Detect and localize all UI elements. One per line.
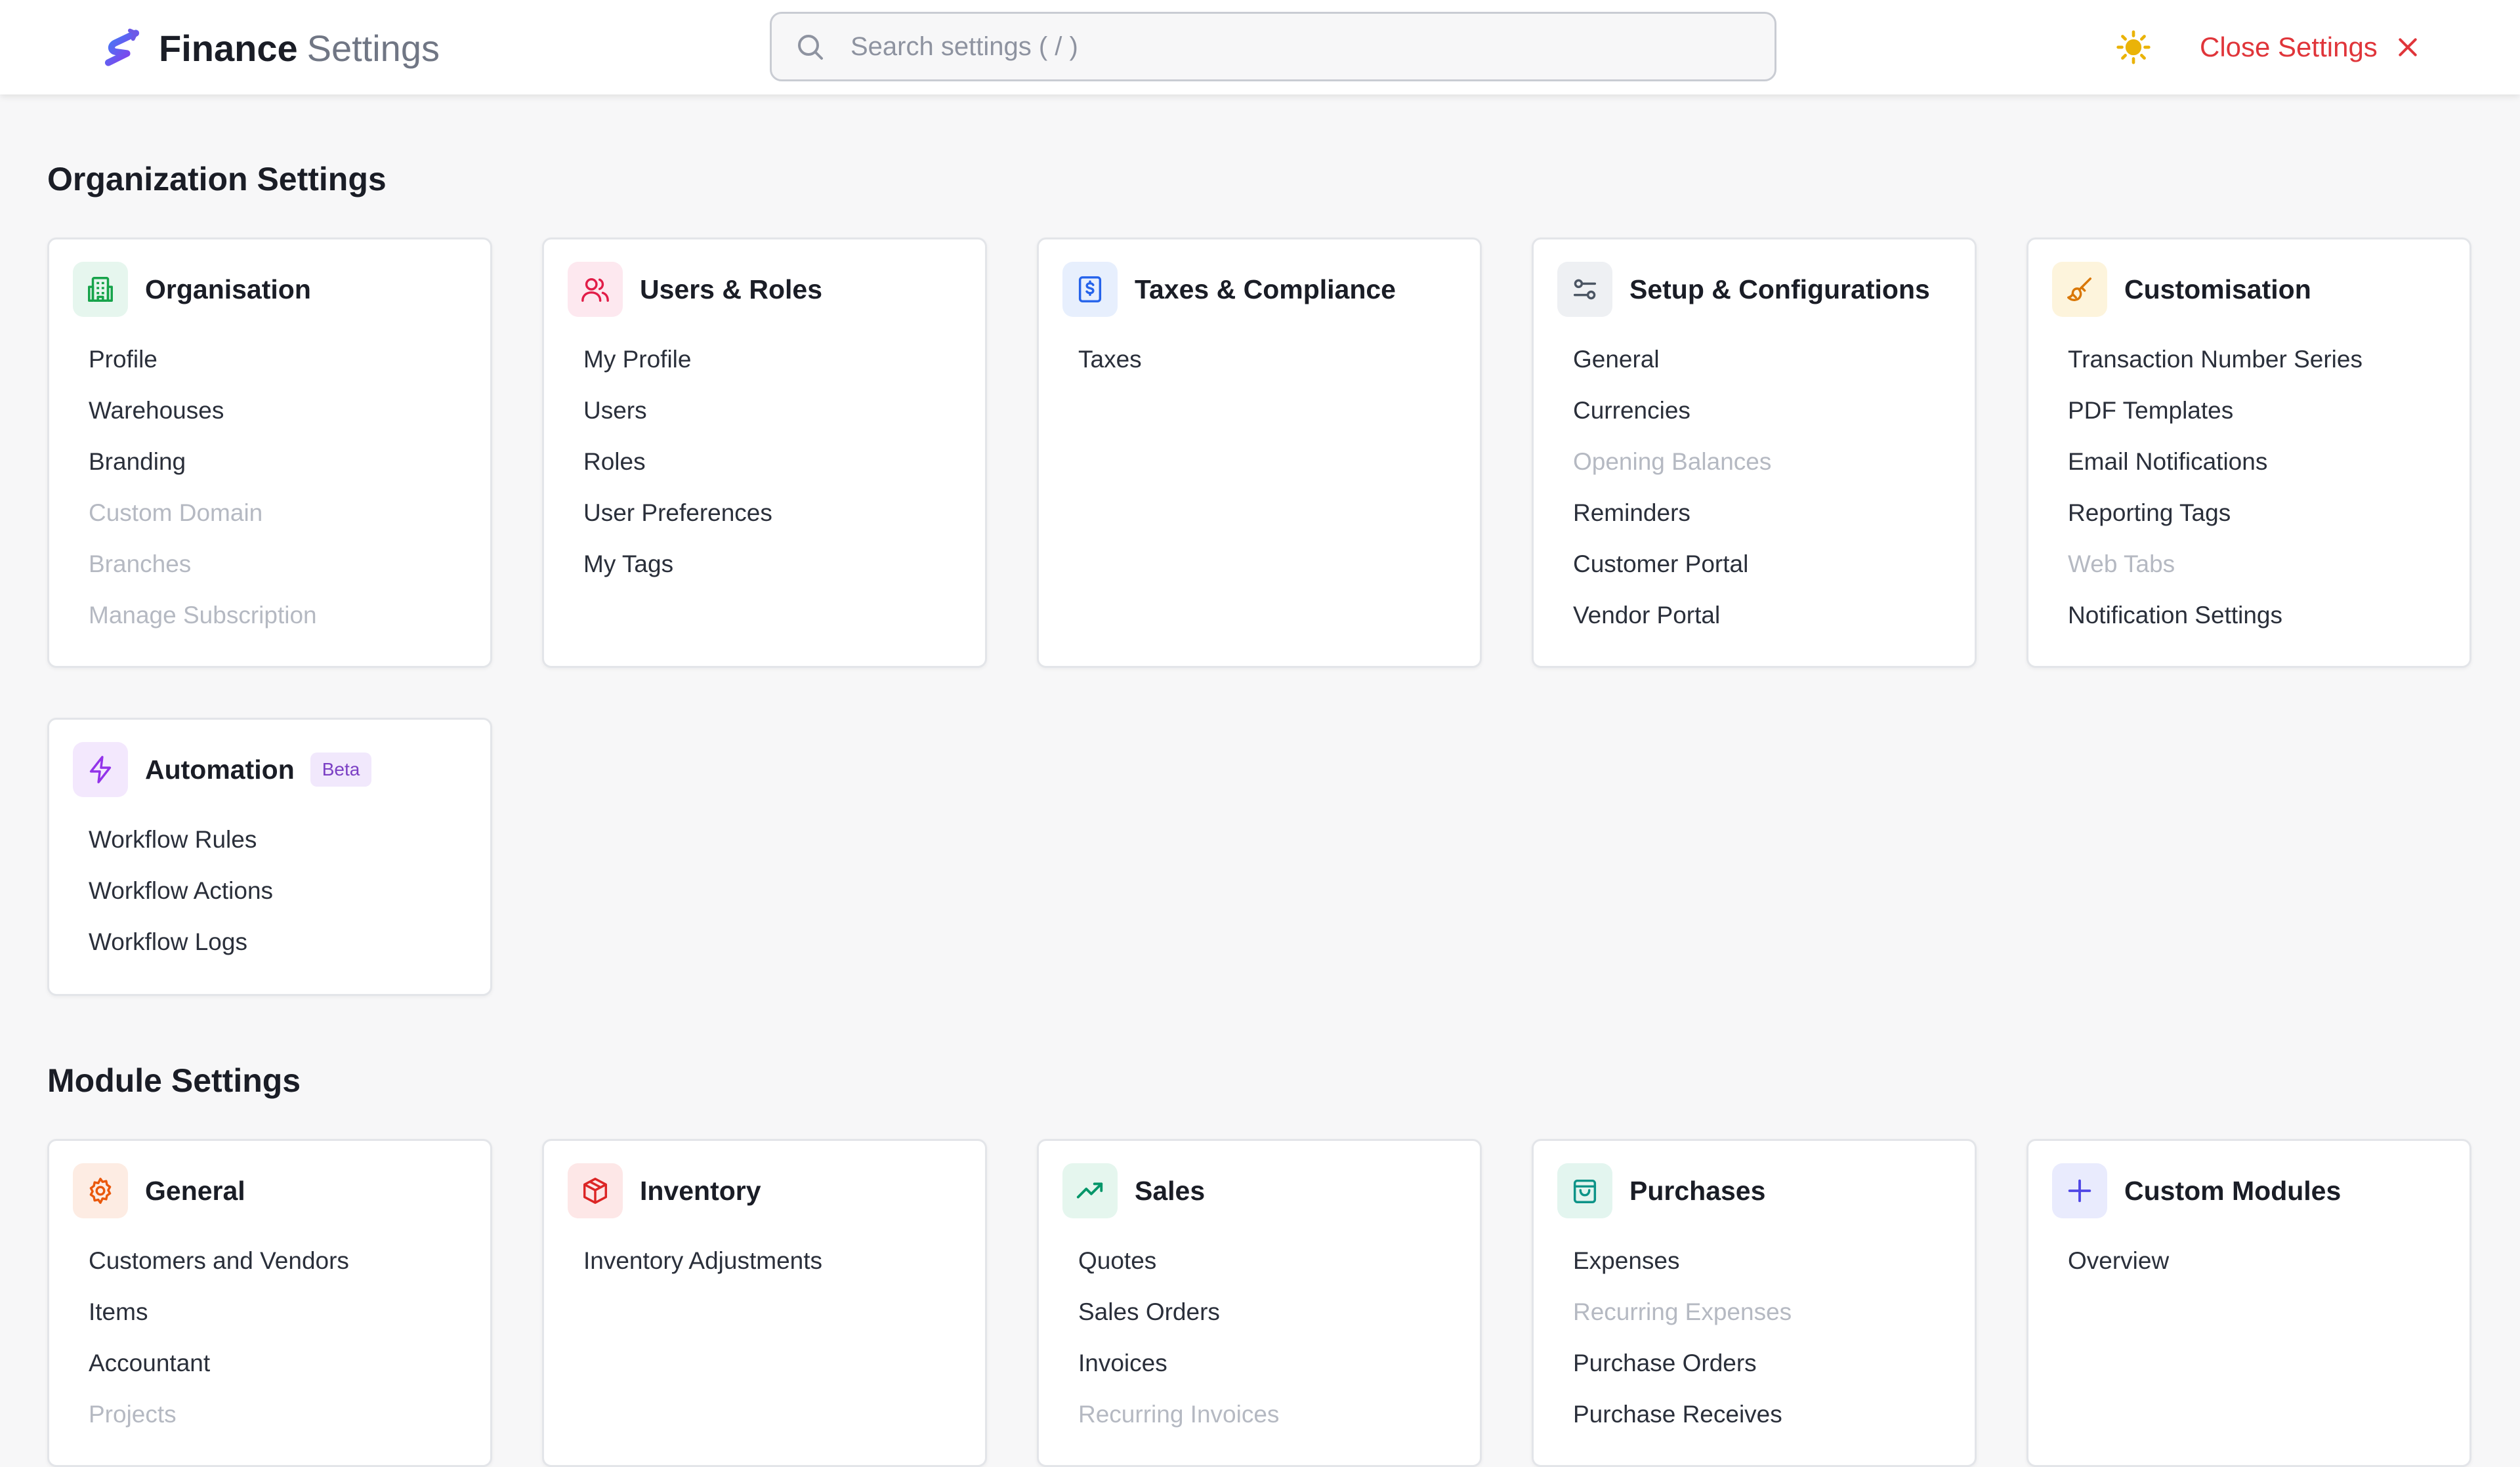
- settings-link-recurring-expenses: Recurring Expenses: [1573, 1298, 1792, 1325]
- settings-link-workflow-actions[interactable]: Workflow Actions: [49, 865, 490, 917]
- settings-link-transaction-number-series[interactable]: Transaction Number Series: [2028, 334, 2469, 385]
- settings-link-profile[interactable]: Profile: [49, 334, 490, 385]
- section-title-organization: Organization Settings: [47, 161, 387, 197]
- settings-link-my-tags[interactable]: My Tags: [544, 539, 985, 590]
- card-title: Inventory: [640, 1175, 761, 1206]
- settings-link-pdf-templates[interactable]: PDF Templates: [2028, 385, 2469, 436]
- settings-link-accountant[interactable]: Accountant: [49, 1338, 490, 1389]
- settings-link-inventory-adjustments[interactable]: Inventory Adjustments: [544, 1235, 985, 1287]
- tax-document-icon: [1062, 262, 1118, 317]
- lightning-icon: [73, 742, 128, 797]
- logo-icon: [104, 28, 140, 66]
- card-sales: Sales Quotes Sales Orders Invoices Recur…: [1037, 1139, 1482, 1467]
- settings-link-recurring-invoices: Recurring Invoices: [1078, 1401, 1280, 1428]
- users-icon: [568, 262, 623, 317]
- settings-link-email-notifications[interactable]: Email Notifications: [2028, 436, 2469, 487]
- settings-link-warehouses[interactable]: Warehouses: [49, 385, 490, 436]
- card-users-roles: Users & Roles My Profile Users Roles Use…: [542, 238, 987, 668]
- settings-link-purchase-receives[interactable]: Purchase Receives: [1534, 1389, 1975, 1440]
- settings-link-manage-subscription: Manage Subscription: [89, 602, 317, 629]
- settings-link-customers-and-vendors[interactable]: Customers and Vendors: [49, 1235, 490, 1287]
- top-bar: Finance Settings Close Settings: [0, 0, 2520, 94]
- card-title: Customisation: [2124, 274, 2311, 304]
- settings-link-invoices[interactable]: Invoices: [1039, 1338, 1480, 1389]
- settings-link-vendor-portal[interactable]: Vendor Portal: [1534, 590, 1975, 641]
- card-general: General Customers and Vendors Items Acco…: [47, 1139, 492, 1467]
- card-title: Setup & Configurations: [1629, 274, 1930, 304]
- settings-link-reminders[interactable]: Reminders: [1534, 487, 1975, 539]
- settings-link-currencies[interactable]: Currencies: [1534, 385, 1975, 436]
- settings-link-users[interactable]: Users: [544, 385, 985, 436]
- settings-link-roles[interactable]: Roles: [544, 436, 985, 487]
- section-title-module: Module Settings: [47, 1062, 301, 1099]
- settings-link-overview[interactable]: Overview: [2028, 1235, 2469, 1287]
- card-purchases: Purchases Expenses Recurring Expenses Pu…: [1532, 1139, 1977, 1467]
- settings-link-general[interactable]: General: [1534, 334, 1975, 385]
- trending-up-icon: [1062, 1163, 1118, 1218]
- search-icon: [798, 35, 823, 60]
- sliders-icon: [1557, 262, 1612, 317]
- card-title: Custom Modules: [2124, 1175, 2342, 1206]
- gear-icon: [73, 1163, 128, 1218]
- close-settings-label: Close Settings: [2200, 31, 2378, 62]
- settings-link-workflow-logs[interactable]: Workflow Logs: [49, 917, 490, 968]
- settings-link-custom-domain: Custom Domain: [89, 499, 263, 526]
- brand[interactable]: Finance Settings: [98, 22, 440, 73]
- plus-icon: [2052, 1163, 2107, 1218]
- settings-link-web-tabs: Web Tabs: [2068, 550, 2175, 577]
- brand-subtitle: Settings: [306, 27, 440, 69]
- close-icon: [2399, 38, 2417, 56]
- card-custom-modules: Custom Modules Overview: [2026, 1139, 2471, 1467]
- card-title: Sales: [1135, 1175, 1206, 1206]
- search-input[interactable]: [849, 31, 1774, 62]
- search-box[interactable]: [770, 12, 1776, 81]
- card-customisation: Customisation Transaction Number Series …: [2026, 238, 2471, 668]
- card-organisation: Organisation Profile Warehouses Branding…: [47, 238, 492, 668]
- settings-link-notification-settings[interactable]: Notification Settings: [2028, 590, 2469, 641]
- theme-toggle-button[interactable]: [2115, 29, 2152, 66]
- settings-link-customer-portal[interactable]: Customer Portal: [1534, 539, 1975, 590]
- card-title: Automation: [145, 754, 295, 785]
- settings-link-quotes[interactable]: Quotes: [1039, 1235, 1480, 1287]
- paintbrush-icon: [2052, 262, 2107, 317]
- settings-link-user-preferences[interactable]: User Preferences: [544, 487, 985, 539]
- close-settings-button[interactable]: Close Settings: [2200, 26, 2421, 68]
- card-automation: Automation Beta Workflow Rules Workflow …: [47, 718, 492, 996]
- card-title: Taxes & Compliance: [1135, 274, 1396, 304]
- card-inventory: Inventory Inventory Adjustments: [542, 1139, 987, 1467]
- beta-badge: Beta: [310, 753, 372, 787]
- settings-link-sales-orders[interactable]: Sales Orders: [1039, 1287, 1480, 1338]
- settings-link-items[interactable]: Items: [49, 1287, 490, 1338]
- settings-link-opening-balances: Opening Balances: [1573, 448, 1772, 475]
- card-title: Organisation: [145, 274, 311, 304]
- settings-link-workflow-rules[interactable]: Workflow Rules: [49, 814, 490, 865]
- settings-link-taxes[interactable]: Taxes: [1039, 334, 1480, 385]
- shopping-bag-icon: [1557, 1163, 1612, 1218]
- brand-name: Finance: [159, 27, 298, 69]
- building-icon: [73, 262, 128, 317]
- card-title: Purchases: [1629, 1175, 1766, 1206]
- settings-link-branding[interactable]: Branding: [49, 436, 490, 487]
- sun-icon: [2116, 30, 2151, 64]
- settings-link-purchase-orders[interactable]: Purchase Orders: [1534, 1338, 1975, 1389]
- card-taxes-compliance: Taxes & Compliance Taxes: [1037, 238, 1482, 668]
- settings-link-projects: Projects: [89, 1401, 177, 1428]
- card-title: General: [145, 1175, 245, 1206]
- settings-link-branches: Branches: [89, 550, 192, 577]
- settings-link-expenses[interactable]: Expenses: [1534, 1235, 1975, 1287]
- settings-link-reporting-tags[interactable]: Reporting Tags: [2028, 487, 2469, 539]
- box-icon: [568, 1163, 623, 1218]
- card-title: Users & Roles: [640, 274, 823, 304]
- settings-link-my-profile[interactable]: My Profile: [544, 334, 985, 385]
- card-setup-configurations: Setup & Configurations General Currencie…: [1532, 238, 1977, 668]
